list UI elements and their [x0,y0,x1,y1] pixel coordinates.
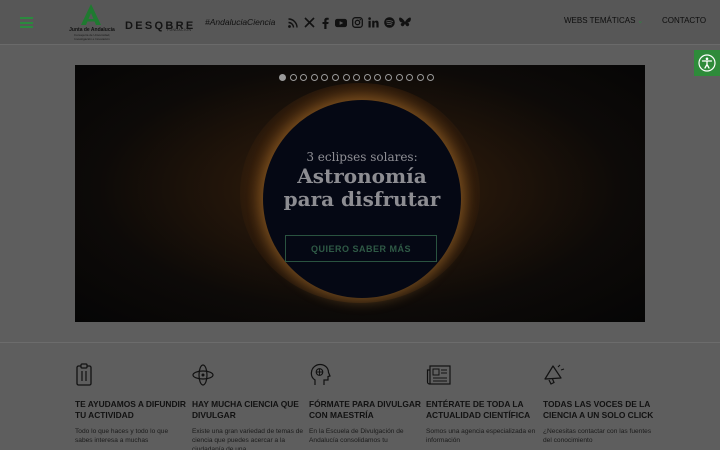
feature-difundir[interactable]: TE AYUDAMOS A DIFUNDIR TU ACTIVIDAD Todo… [75,363,187,445]
feature-title: TODAS LAS VOCES DE LA CIENCIA A UN SOLO … [543,399,654,420]
slider-dot[interactable] [416,74,424,81]
feature-title: HAY MUCHA CIENCIA QUE DIVULGAR [192,399,299,420]
menu-icon[interactable] [20,17,33,28]
feature-desc: Existe una gran variedad de temas de cie… [192,428,304,450]
x-icon[interactable] [303,16,315,29]
slider-dot[interactable] [342,74,350,81]
hashtag-link[interactable]: #AndaluciaCiencia [205,17,275,27]
hero-title-line1: Astronomía [297,164,427,188]
slider-dot[interactable] [427,74,435,81]
rss-icon[interactable] [287,16,299,29]
slider-dot[interactable] [310,74,318,81]
features-section: TE AYUDAMOS A DIFUNDIR TU ACTIVIDAD Todo… [0,343,720,450]
nav-webs-label: WEBS TEMÁTICAS [564,16,636,25]
slider-dot[interactable] [331,74,339,81]
hero-subtitle: 3 eclipses solares: [306,150,418,164]
linkedin-icon[interactable] [367,16,379,29]
junta-logo-subtext: Consejería de Universidad, Investigación… [73,33,111,41]
slider-dot[interactable] [363,74,371,81]
accessibility-button[interactable] [694,50,720,76]
social-links [287,16,411,29]
slider-dot[interactable] [289,74,297,81]
nav-webs-tematicas[interactable]: WEBS TEMÁTICAS ⌄ [564,16,643,25]
spotify-icon[interactable] [383,16,395,29]
chevron-down-icon: ⌄ [637,18,644,25]
feature-title: ENTÉRATE DE TODA LA ACTUALIDAD CIENTÍFIC… [426,399,531,420]
feature-actualidad[interactable]: ENTÉRATE DE TODA LA ACTUALIDAD CIENTÍFIC… [426,363,538,445]
bluesky-icon[interactable] [399,16,411,29]
head-brain-icon [310,363,331,385]
slider-dot[interactable] [384,74,392,81]
descubre-logo-sub: FUNDACIÓN [167,28,192,32]
quiero-saber-mas-button[interactable]: QUIERO SABER MÁS [285,235,437,262]
slider-dot[interactable] [321,74,329,81]
instagram-icon[interactable] [351,16,363,29]
feature-desc: Todo lo que haces y todo lo que sabes in… [75,428,169,444]
feature-desc: Somos una agencia especializada en infor… [426,428,536,444]
feature-desc: ¿Necesitas contactar con las fuentes del… [543,428,652,444]
youtube-icon[interactable] [335,16,347,29]
site-header: Junta de Andalucía Consejería de Univers… [0,0,720,45]
descubre-logo[interactable]: DESQBRE FUNDACIÓN [125,16,196,34]
feature-desc: En la Escuela de Divulgación de Andalucí… [309,428,404,444]
slider-dot[interactable] [300,74,308,81]
slider-pagination [279,74,435,81]
megaphone-icon [544,364,565,385]
hero-slider[interactable]: 3 eclipses solares: Astronomía para disf… [75,65,645,322]
atom-icon [192,364,214,386]
feature-voces[interactable]: TODAS LAS VOCES DE LA CIENCIA A UN SOLO … [543,363,655,445]
hero-title: Astronomía para disfrutar [261,165,463,211]
slider-dot[interactable] [406,74,414,81]
nav-contacto[interactable]: CONTACTO [662,16,706,25]
feature-ciencia[interactable]: HAY MUCHA CIENCIA QUE DIVULGAR Existe un… [192,363,304,450]
slider-dot[interactable] [395,74,403,81]
slider-dot[interactable] [353,74,361,81]
hero-title-line2: para disfrutar [283,187,441,211]
feature-title: TE AYUDAMOS A DIFUNDIR TU ACTIVIDAD [75,399,186,420]
accessibility-icon [698,54,716,72]
junta-a-mark-icon [81,4,101,25]
feature-formate[interactable]: FÓRMATE PARA DIVULGAR CON MAESTRÍA En la… [309,363,421,445]
feature-title: FÓRMATE PARA DIVULGAR CON MAESTRÍA [309,399,421,420]
facebook-icon[interactable] [319,16,331,29]
slider-dot[interactable] [279,74,286,81]
slider-dot[interactable] [374,74,382,81]
newspaper-icon [426,365,451,385]
junta-andalucia-logo[interactable]: Junta de Andalucía Consejería de Univers… [66,3,116,43]
clipboard-icon [76,363,92,386]
